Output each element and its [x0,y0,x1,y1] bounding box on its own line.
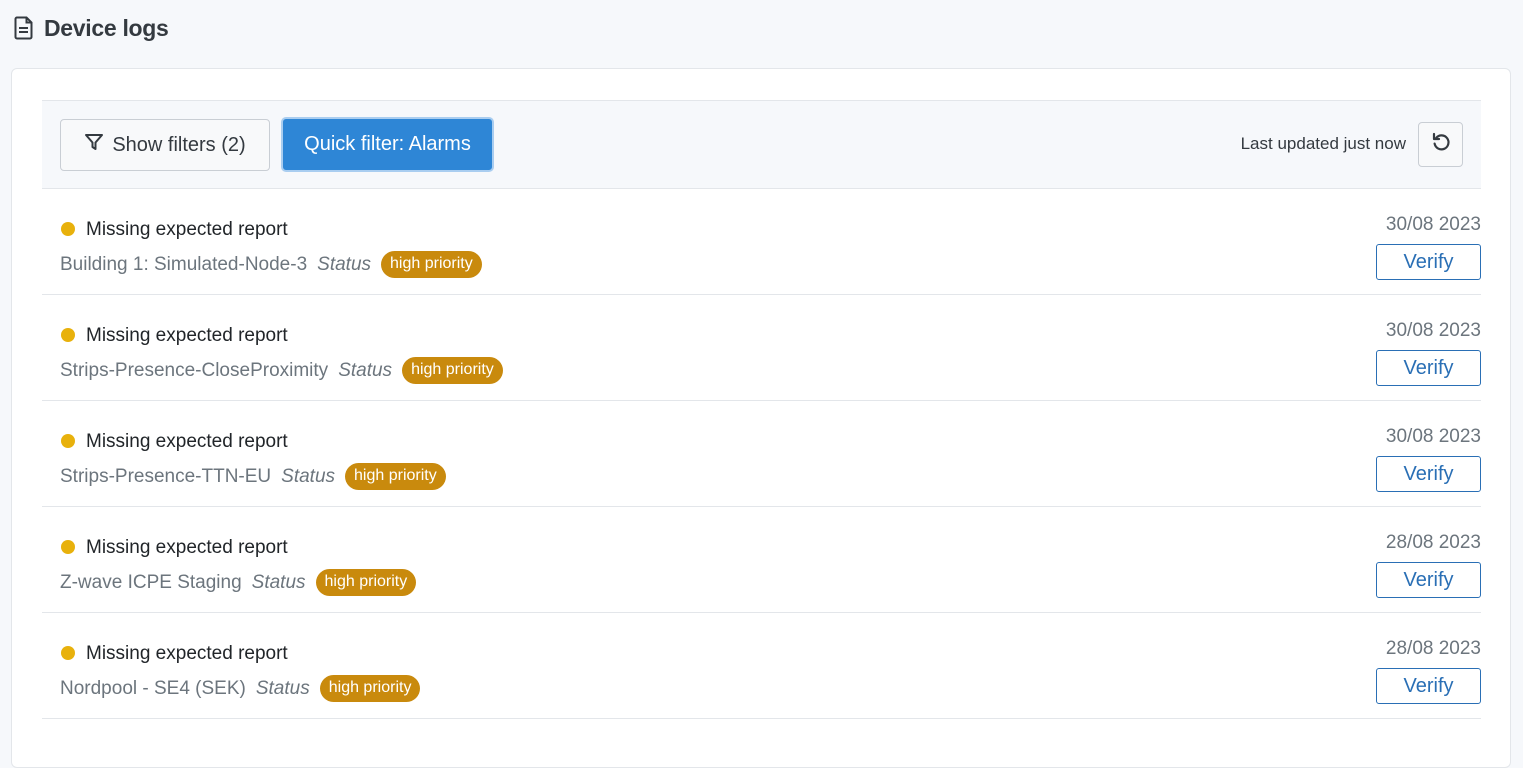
verify-button[interactable]: Verify [1376,562,1481,598]
device-name: Building 1: Simulated-Node-3 [60,253,308,275]
device-name: Strips-Presence-CloseProximity [60,359,329,381]
log-title: Missing expected report [86,537,288,558]
log-date: 30/08 2023 [1385,426,1481,447]
filter-icon [84,132,104,158]
log-date: 30/08 2023 [1385,320,1481,341]
log-title: Missing expected report [86,431,288,452]
device-name: Z-wave ICPE Staging [60,571,242,593]
refresh-button[interactable] [1418,122,1463,167]
toolbar: Show filters (2) Quick filter: Alarms La… [42,100,1481,189]
quick-filter-button[interactable]: Quick filter: Alarms [281,117,494,172]
log-list: Missing expected report Building 1: Simu… [42,189,1481,719]
priority-badge: high priority [315,569,417,596]
priority-badge: high priority [345,463,446,490]
logs-card: Show filters (2) Quick filter: Alarms La… [11,68,1511,768]
priority-badge: high priority [319,675,421,702]
warning-dot [61,646,75,660]
log-details: Nordpool - SE4 (SEK) Status high priorit… [60,675,421,702]
log-date: 28/08 2023 [1385,532,1481,553]
document-icon [14,16,34,40]
refresh-icon [1430,131,1452,158]
show-filters-label: Show filters (2) [112,133,246,156]
log-date: 28/08 2023 [1385,638,1481,659]
status-label: Status [255,677,310,699]
log-row: Missing expected report Strips-Presence-… [42,295,1481,401]
verify-button[interactable]: Verify [1376,456,1481,492]
status-label: Status [281,465,336,487]
log-details: Z-wave ICPE Staging Status high priority [60,569,417,596]
status-label: Status [251,571,306,593]
warning-dot [61,540,75,554]
log-title: Missing expected report [86,325,288,346]
status-label: Status [338,359,393,381]
verify-button[interactable]: Verify [1376,350,1481,386]
verify-button[interactable]: Verify [1376,244,1481,280]
last-updated-text: Last updated just now [1240,134,1406,153]
log-details: Building 1: Simulated-Node-3 Status high… [60,251,482,278]
log-title: Missing expected report [86,643,288,664]
log-date: 30/08 2023 [1385,214,1481,235]
log-row: Missing expected report Strips-Presence-… [42,401,1481,507]
log-details: Strips-Presence-TTN-EU Status high prior… [60,463,446,490]
priority-badge: high priority [402,357,503,384]
quick-filter-label: Quick filter: Alarms [304,133,471,155]
warning-dot [61,222,75,236]
verify-button[interactable]: Verify [1376,668,1481,704]
priority-badge: high priority [381,251,482,278]
log-title: Missing expected report [86,219,288,240]
device-name: Nordpool - SE4 (SEK) [60,677,246,699]
page-title: Device logs [44,14,169,41]
log-row: Missing expected report Z-wave ICPE Stag… [42,507,1481,613]
status-label: Status [317,253,372,275]
page-header: Device logs [14,13,169,43]
log-row: Missing expected report Nordpool - SE4 (… [42,613,1481,719]
show-filters-button[interactable]: Show filters (2) [60,119,270,171]
warning-dot [61,434,75,448]
log-row: Missing expected report Building 1: Simu… [42,189,1481,295]
warning-dot [61,328,75,342]
device-name: Strips-Presence-TTN-EU [60,465,272,487]
log-details: Strips-Presence-CloseProximity Status hi… [60,357,503,384]
